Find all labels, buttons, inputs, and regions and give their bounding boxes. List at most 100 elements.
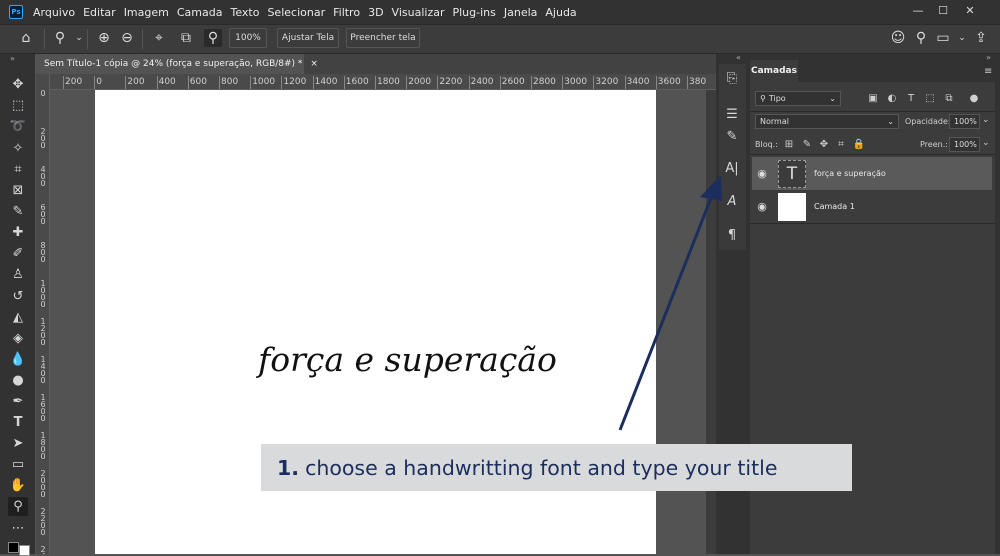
type-tool-icon[interactable]: T [8,413,28,432]
zoom-tool-preset-icon[interactable]: ⚲ [51,29,69,47]
visibility-eye-icon[interactable]: ◉ [752,167,772,180]
hand-tool-icon[interactable]: ✋ [8,476,28,495]
share-icon[interactable]: ⇪ [972,29,990,47]
filter-toggle-icon[interactable]: ● [967,91,981,105]
fill-field[interactable]: 100% [949,137,980,152]
ruler-tick [187,76,189,89]
document-tab[interactable]: Sem Título-1 cópia @ 24% (força e supera… [36,54,318,74]
shape-filter-icon[interactable]: ⬚ [923,91,937,105]
maximize-button[interactable]: ☐ [933,2,953,18]
menu-plugins[interactable]: Plug-ins [448,6,499,19]
visibility-eye-icon[interactable]: ◉ [752,200,772,213]
marquee-tool-icon[interactable]: ⬚ [8,96,28,115]
ruler-tick [531,76,532,89]
menu-arquivo[interactable]: Arquivo [29,6,79,19]
foreground-color-swatch[interactable] [8,542,19,553]
share-user-icon[interactable]: ☺ [889,29,907,47]
paragraph-panel-icon[interactable]: ¶ [721,224,743,246]
photoshop-logo: Ps [9,5,23,19]
fill-screen-button[interactable]: Preencher tela [346,28,420,48]
lasso-tool-icon[interactable]: ➰ [8,117,28,136]
layer-row-text[interactable]: ◉ T força e superação [752,157,992,190]
layer-name[interactable]: Camada 1 [814,202,855,211]
lock-pixels-icon[interactable]: ✎ [800,137,814,151]
dodge-tool-icon[interactable]: ● [8,371,28,390]
chevron-down-icon[interactable]: ⌄ [70,29,88,47]
menu-selecionar[interactable]: Selecionar [263,6,329,19]
move-tool-icon[interactable]: ✥ [8,75,28,94]
lock-position-icon[interactable]: ✥ [817,137,831,151]
pen-tool-icon[interactable]: ✒ [8,392,28,411]
character-panel-icon[interactable]: A| [721,157,743,179]
lock-all-icon[interactable]: 🔒 [852,137,866,151]
workspace-icon[interactable]: ▭ [934,29,952,47]
path-selection-tool-icon[interactable]: ➤ [8,434,28,453]
divider [87,29,88,49]
layer-name[interactable]: força e superação [814,169,886,178]
ruler-tick [406,76,408,89]
background-color-swatch[interactable] [19,545,30,556]
menu-camada[interactable]: Camada [173,6,227,19]
chevron-down-icon[interactable]: ⌄ [953,29,971,47]
collapse-panel-icon[interactable]: » [986,53,991,62]
ruler-tick-label: 0 [40,89,46,98]
menu-ajuda[interactable]: Ajuda [541,6,580,19]
blend-mode-select[interactable]: Normal ⌄ [755,114,899,129]
type-filter-icon[interactable]: T [904,91,918,105]
lock-artboard-icon[interactable]: ⌗ [834,137,848,151]
layer-row-pixel[interactable]: ◉ Camada 1 [752,190,992,223]
fit-screen-button[interactable]: Ajustar Tela [277,28,339,48]
step-number: 1. [277,455,300,480]
brush-settings-icon[interactable]: ✎ [721,125,743,147]
edit-toolbar-icon[interactable]: ⋯ [8,519,28,538]
rectangle-tool-icon[interactable]: ▭ [8,455,28,474]
pixel-filter-icon[interactable]: ▣ [866,91,880,105]
adjustments-panel-icon[interactable]: ☰ [721,103,743,125]
lock-transparent-icon[interactable]: ⊞ [782,137,796,151]
minimize-button[interactable]: — [908,2,928,18]
magic-wand-tool-icon[interactable]: ✧ [8,139,28,158]
layer-filter-select[interactable]: ⚲ Tipo ⌄ [755,91,841,106]
close-button[interactable]: ✕ [960,2,980,18]
zoom-in-icon[interactable]: ⊕ [95,29,113,47]
zoom-level-button[interactable]: 100% [229,28,267,48]
tab-camadas[interactable]: Camadas [750,60,798,82]
character-styles-icon[interactable]: A [721,190,743,212]
panel-menu-icon[interactable]: ≡ [984,66,992,77]
menu-3d[interactable]: 3D [364,6,387,19]
menu-editar[interactable]: Editar [79,6,120,19]
menu-janela[interactable]: Janela [500,6,542,19]
healing-brush-tool-icon[interactable]: ✚ [8,223,28,242]
menu-visualizar[interactable]: Visualizar [388,6,449,19]
clone-stamp-tool-icon[interactable]: ♙ [8,265,28,284]
ruler-tick-label: 2200 [40,507,46,537]
collapse-tools-icon[interactable]: » [10,54,15,63]
eyedropper-tool-icon[interactable]: ✎ [8,202,28,221]
opacity-field[interactable]: 100% [949,114,980,129]
brush-tool-icon[interactable]: ✐ [8,244,28,263]
adjustment-filter-icon[interactable]: ◐ [885,91,899,105]
collapse-strip-icon[interactable]: « [736,53,741,62]
history-brush-tool-icon[interactable]: ↺ [8,287,28,306]
resize-windows-icon[interactable]: ⌖ [150,29,168,47]
blur-tool-icon[interactable]: 💧 [8,350,28,369]
step-text: choose a handwritting font and type your… [305,455,778,480]
menu-texto[interactable]: Texto [226,6,263,19]
smart-object-filter-icon[interactable]: ⧉ [942,91,956,105]
eraser-tool-icon[interactable]: ◭ [8,308,28,327]
crop-tool-icon[interactable]: ⌗ [8,160,28,179]
zoom-all-windows-icon[interactable]: ⧉ [177,29,195,47]
close-tab-icon[interactable]: × [310,59,318,69]
zoom-out-icon[interactable]: ⊖ [118,29,136,47]
history-panel-icon[interactable]: ⎘ [721,67,743,89]
zoom-tool-icon[interactable]: ⚲ [8,497,28,516]
chevron-down-icon[interactable]: ⌄ [982,115,990,125]
search-icon[interactable]: ⚲ [912,29,930,47]
paint-bucket-tool-icon[interactable]: ◈ [8,329,28,348]
chevron-down-icon[interactable]: ⌄ [982,138,990,148]
menu-imagem[interactable]: Imagem [120,6,173,19]
menu-filtro[interactable]: Filtro [329,6,364,19]
scrubby-zoom-icon[interactable]: ⚲ [204,29,222,47]
home-icon[interactable]: ⌂ [17,29,35,47]
frame-tool-icon[interactable]: ⊠ [8,181,28,200]
